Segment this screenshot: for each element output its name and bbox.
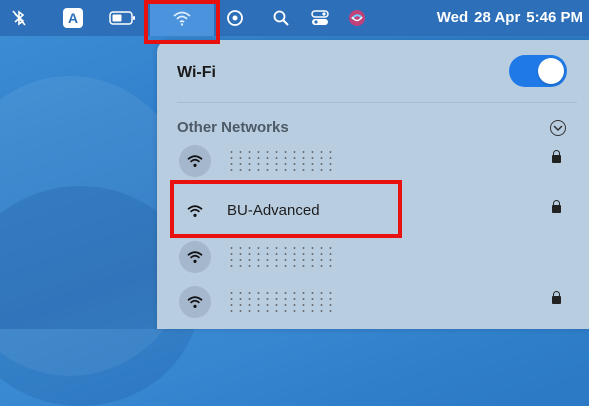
network-row-1[interactable] bbox=[157, 139, 589, 183]
menubar-clock[interactable]: Wed 28 Apr 5:46 PM bbox=[437, 0, 583, 36]
obscured-network-name bbox=[227, 149, 337, 171]
control-center-icon[interactable] bbox=[308, 0, 332, 36]
wifi-signal-icon bbox=[179, 145, 211, 177]
wifi-icon[interactable] bbox=[150, 0, 214, 36]
bluetooth-off-icon[interactable] bbox=[8, 0, 30, 36]
desktop-wallpaper bbox=[0, 36, 200, 406]
network-row-bu-advanced[interactable]: BU-Advanced bbox=[157, 189, 589, 233]
screen-mirroring-icon[interactable] bbox=[224, 0, 246, 36]
clock-day: Wed bbox=[436, 9, 469, 26]
obscured-network-name bbox=[227, 245, 337, 267]
network-row-3[interactable] bbox=[157, 235, 589, 279]
wifi-signal-icon bbox=[179, 286, 211, 318]
other-networks-label: Other Networks bbox=[177, 119, 289, 136]
wifi-menu-panel: Wi-Fi Other Networks BU-Advanced bbox=[157, 40, 589, 329]
network-name: BU-Advanced bbox=[227, 202, 320, 219]
lock-icon bbox=[552, 200, 561, 213]
lock-icon bbox=[552, 150, 561, 163]
input-source-letter: A bbox=[63, 8, 83, 28]
clock-date: 28 Apr bbox=[474, 9, 521, 26]
divider bbox=[177, 102, 577, 103]
network-row-4[interactable] bbox=[157, 280, 589, 324]
wifi-signal-icon bbox=[179, 195, 211, 227]
clock-time: 5:46 PM bbox=[526, 9, 583, 26]
chevron-down-icon[interactable] bbox=[550, 120, 566, 136]
toggle-knob bbox=[538, 58, 564, 84]
siri-icon[interactable] bbox=[346, 0, 368, 36]
lock-icon bbox=[552, 291, 561, 304]
spotlight-icon[interactable] bbox=[270, 0, 292, 36]
obscured-network-name bbox=[227, 290, 337, 312]
wifi-toggle[interactable] bbox=[509, 55, 567, 87]
menu-bar: A Wed 28 Apr 5:46 PM bbox=[0, 0, 589, 36]
input-source-icon[interactable]: A bbox=[62, 0, 84, 36]
wifi-signal-icon bbox=[179, 241, 211, 273]
wifi-menu-title: Wi-Fi bbox=[177, 64, 216, 81]
battery-icon[interactable] bbox=[108, 0, 138, 36]
